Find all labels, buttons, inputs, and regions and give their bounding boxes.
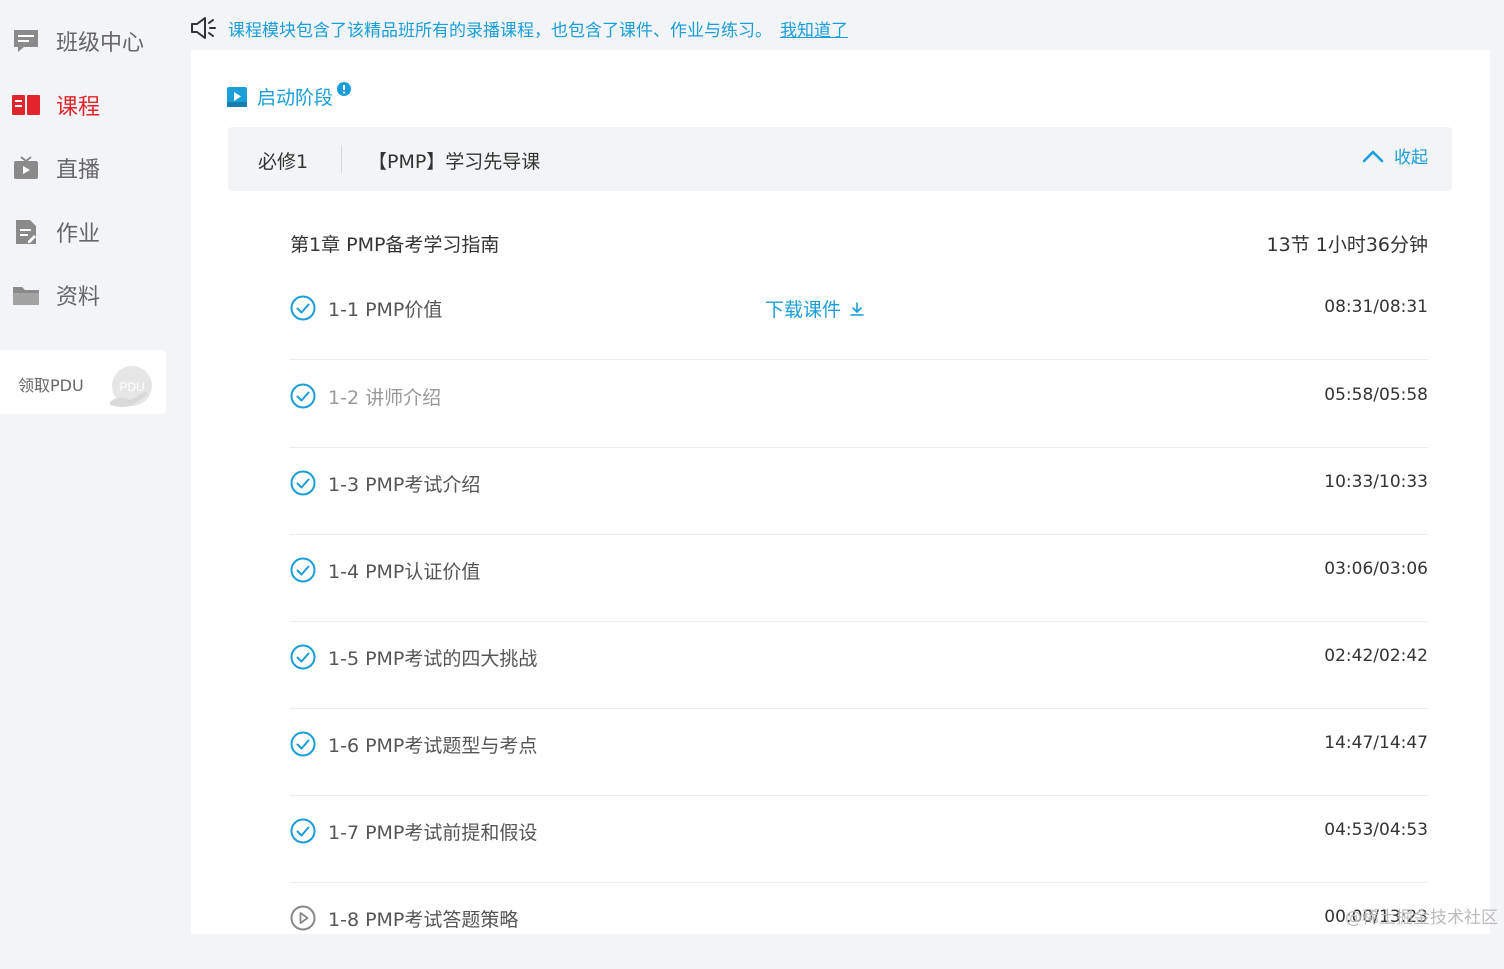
check-circle-icon <box>290 644 316 670</box>
lesson-progress-time: 08:31/08:31 <box>1324 297 1428 317</box>
course-tag: 必修1 <box>258 151 309 173</box>
info-icon[interactable] <box>337 81 352 96</box>
document-edit-icon <box>12 218 40 246</box>
course-title: 【PMP】学习先导课 <box>368 151 541 173</box>
download-courseware-button[interactable]: 下载课件 <box>765 295 865 322</box>
lesson-row[interactable]: 1-8 PMP考试答题策略 00:00/13:23 <box>290 882 1428 969</box>
lesson-row[interactable]: 1-2 讲师介绍 05:58/05:58 <box>290 360 1428 448</box>
lesson-title: 1-7 PMP考试前提和假设 <box>328 822 538 844</box>
lesson-title: 1-3 PMP考试介绍 <box>328 474 481 496</box>
chapter-meta: 13节 1小时36分钟 <box>1266 234 1428 256</box>
lesson-title: 1-2 讲师介绍 <box>328 387 442 409</box>
svg-text:PDU: PDU <box>119 380 144 394</box>
folder-icon <box>12 281 40 309</box>
watermark: @稀土掘金技术社区 <box>1345 908 1498 928</box>
check-circle-icon <box>290 731 316 757</box>
chat-board-icon <box>12 27 40 55</box>
lesson-title: 1-8 PMP考试答题策略 <box>328 909 519 931</box>
check-circle-icon <box>290 295 316 321</box>
sidebar-item-label: 课程 <box>56 95 101 120</box>
check-circle-icon <box>290 818 316 844</box>
lesson-row[interactable]: 1-3 PMP考试介绍 10:33/10:33 <box>290 447 1428 535</box>
lesson-row[interactable]: 1-1 PMP价值 下载课件 08:31/08:31 <box>290 272 1428 360</box>
stage-title: 启动阶段 <box>257 87 334 109</box>
claim-pdu-label: 领取PDU <box>18 376 84 395</box>
lesson-progress-time: 02:42/02:42 <box>1324 646 1428 666</box>
divider <box>341 145 342 173</box>
lesson-title: 1-4 PMP认证价值 <box>328 561 481 583</box>
sidebar-item-live[interactable]: 直播 <box>0 143 182 193</box>
collapse-button[interactable]: 收起 <box>1362 143 1428 168</box>
lesson-progress-time: 03:06/03:06 <box>1324 559 1428 579</box>
sidebar-item-label: 资料 <box>56 285 101 310</box>
notice-text: 课程模块包含了该精品班所有的录播课程，也包含了课件、作业与练习。 <box>228 20 772 41</box>
sidebar-item-label: 班级中心 <box>56 31 145 56</box>
lesson-row[interactable]: 1-5 PMP考试的四大挑战 02:42/02:42 <box>290 621 1428 709</box>
pdu-badge-icon: PDU <box>106 362 156 414</box>
lesson-row[interactable]: 1-4 PMP认证价值 03:06/03:06 <box>290 534 1428 622</box>
lesson-progress-time: 14:47/14:47 <box>1324 733 1428 753</box>
tv-play-icon <box>12 154 40 182</box>
sidebar-item-label: 直播 <box>56 158 101 183</box>
sidebar-item-homework[interactable]: 作业 <box>0 207 182 257</box>
download-icon <box>850 301 864 316</box>
open-book-icon <box>12 91 40 119</box>
lesson-row[interactable]: 1-6 PMP考试题型与考点 14:47/14:47 <box>290 708 1428 796</box>
lesson-title: 1-1 PMP价值 <box>328 299 443 321</box>
course-panel: 启动阶段 必修1 【PMP】学习先导课 收起 第1章 PMP备考学习指南 13节… <box>191 50 1490 934</box>
chapter-header: 第1章 PMP备考学习指南 13节 1小时36分钟 <box>290 230 1428 256</box>
chapter-title: 第1章 PMP备考学习指南 <box>290 234 500 256</box>
sidebar-item-courses[interactable]: 课程 <box>0 80 182 130</box>
claim-pdu-card[interactable]: 领取PDU PDU <box>0 350 166 414</box>
check-circle-icon <box>290 383 316 409</box>
play-circle-icon <box>290 905 316 931</box>
sidebar-item-label: 作业 <box>56 222 101 247</box>
lesson-progress-time: 05:58/05:58 <box>1324 385 1428 405</box>
download-label: 下载课件 <box>765 299 842 321</box>
check-circle-icon <box>290 557 316 583</box>
check-circle-icon <box>290 470 316 496</box>
sidebar-item-materials[interactable]: 资料 <box>0 270 182 320</box>
course-header: 必修1 【PMP】学习先导课 收起 <box>228 127 1452 191</box>
lesson-progress-time: 04:53/04:53 <box>1324 820 1428 840</box>
sidebar: 班级中心 课程 直播 作业 资料 领取PDU PDU <box>0 0 182 934</box>
stage-header: 启动阶段 <box>227 81 352 110</box>
chevron-up-icon <box>1362 150 1384 162</box>
video-stage-icon <box>227 86 247 107</box>
notice-acknowledge-link[interactable]: 我知道了 <box>780 16 848 41</box>
notice-bar: 课程模块包含了该精品班所有的录播课程，也包含了课件、作业与练习。 我知道了 <box>190 10 1290 46</box>
lesson-row[interactable]: 1-7 PMP考试前提和假设 04:53/04:53 <box>290 795 1428 883</box>
megaphone-icon <box>191 17 216 39</box>
sidebar-item-class-center[interactable]: 班级中心 <box>0 16 182 66</box>
collapse-label: 收起 <box>1394 148 1428 168</box>
lesson-progress-time: 10:33/10:33 <box>1324 472 1428 492</box>
lesson-title: 1-6 PMP考试题型与考点 <box>328 735 538 757</box>
lesson-title: 1-5 PMP考试的四大挑战 <box>328 648 538 670</box>
